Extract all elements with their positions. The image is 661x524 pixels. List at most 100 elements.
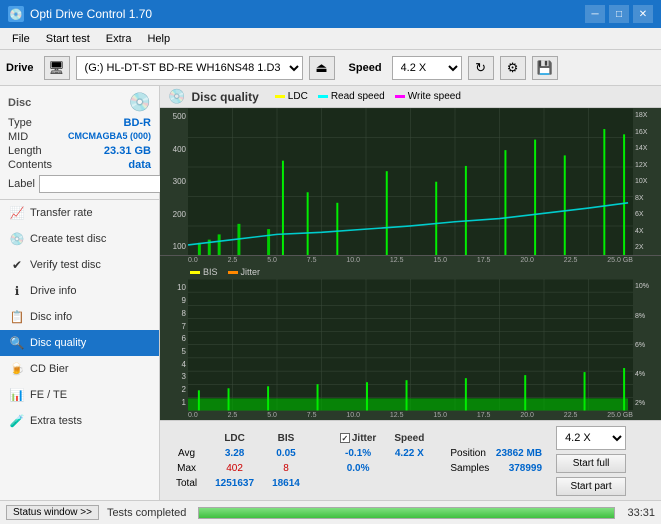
- y-label-6: 6: [162, 334, 186, 343]
- main-area: Disc 💿 Type BD-R MID CMCMAGBA5 (000) Len…: [0, 86, 661, 500]
- window-controls: ─ □ ✕: [585, 5, 653, 23]
- transfer-rate-icon: 📈: [10, 206, 24, 220]
- start-part-button[interactable]: Start part: [556, 477, 626, 496]
- y-right-8pct: 8%: [635, 313, 659, 320]
- lower-chart-x-labels: 0.0 2.5 5.0 7.5 10.0 12.5 15.0 17.5 20.0…: [160, 411, 661, 420]
- legend-read-speed-dot: [318, 95, 328, 98]
- minimize-button[interactable]: ─: [585, 5, 605, 23]
- y-label-8: 8: [162, 309, 186, 318]
- legend-bis: BIS: [190, 267, 218, 277]
- disc-quality-icon: 🔍: [10, 336, 24, 350]
- legend-area: LDC Read speed Write speed: [275, 91, 461, 102]
- y-label-500: 500: [162, 112, 186, 121]
- sidebar-item-fe-te-label: FE / TE: [30, 389, 67, 401]
- drive-info-icon: ℹ: [10, 284, 24, 298]
- sidebar-item-drive-info[interactable]: ℹ Drive info: [0, 278, 159, 304]
- speed-spacer: [386, 462, 432, 475]
- y-right-2x: 2X: [635, 244, 659, 251]
- stats-bar: LDC BIS ✓ Jitter Speed Avg 3.28 0.05: [160, 420, 661, 500]
- extra-tests-icon: 🧪: [10, 414, 24, 428]
- x-label2-22-5: 22.5: [564, 412, 578, 419]
- sidebar-item-disc-info[interactable]: 📋 Disc info: [0, 304, 159, 330]
- sidebar-item-transfer-rate[interactable]: 📈 Transfer rate: [0, 200, 159, 226]
- y-right-6pct: 6%: [635, 342, 659, 349]
- drive-icon-btn[interactable]: 🖥: [44, 56, 70, 80]
- disc-length-field: Length 23.31 GB: [8, 145, 151, 157]
- app-title: Opti Drive Control 1.70: [30, 7, 152, 21]
- col-jitter: ✓ Jitter: [332, 432, 384, 445]
- legend-bis-dot: [190, 271, 200, 274]
- disc-label-input[interactable]: [39, 175, 177, 193]
- y-right-10pct: 10%: [635, 283, 659, 290]
- sidebar-item-disc-quality[interactable]: 🔍 Disc quality: [0, 330, 159, 356]
- status-text: Tests completed: [107, 507, 186, 519]
- drive-select[interactable]: (G:) HL-DT-ST BD-RE WH16NS48 1.D3: [76, 56, 303, 80]
- sidebar-item-disc-info-label: Disc info: [30, 311, 72, 323]
- y-right-18x: 18X: [635, 112, 659, 119]
- x-label2-7-5: 7.5: [307, 412, 317, 419]
- speed-dropdown[interactable]: 4.2 X: [556, 426, 626, 450]
- menu-help[interactable]: Help: [139, 31, 178, 47]
- sidebar-item-create-test-disc-label: Create test disc: [30, 233, 106, 245]
- col-ldc: LDC: [207, 432, 262, 445]
- disc-type-value: BD-R: [124, 117, 152, 129]
- verify-test-disc-icon: ✔: [10, 258, 24, 272]
- app-icon: 💿: [8, 6, 24, 22]
- y-label-10: 10: [162, 283, 186, 292]
- sidebar-item-fe-te[interactable]: 📊 FE / TE: [0, 382, 159, 408]
- sidebar-item-cd-bier-label: CD Bier: [30, 363, 69, 375]
- config-button[interactable]: ⚙: [500, 56, 526, 80]
- sidebar: Disc 💿 Type BD-R MID CMCMAGBA5 (000) Len…: [0, 86, 160, 500]
- menu-file[interactable]: File: [4, 31, 38, 47]
- legend-read-speed: Read speed: [318, 91, 385, 102]
- save-button[interactable]: 💾: [532, 56, 558, 80]
- sidebar-item-cd-bier[interactable]: 🍺 CD Bier: [0, 356, 159, 382]
- y-right-14x: 14X: [635, 145, 659, 152]
- y-label-400: 400: [162, 145, 186, 154]
- jitter-label: Jitter: [352, 433, 376, 444]
- disc-mid-value: CMCMAGBA5 (000): [68, 131, 151, 143]
- jitter-checkbox[interactable]: ✓: [340, 433, 350, 443]
- disc-contents-field: Contents data: [8, 159, 151, 171]
- avg-spacer: [310, 447, 330, 460]
- sidebar-item-verify-test-disc[interactable]: ✔ Verify test disc: [0, 252, 159, 278]
- statusbar: Status window >> Tests completed 33:31: [0, 500, 661, 524]
- disc-mid-field: MID CMCMAGBA5 (000): [8, 131, 151, 143]
- progress-bar: [198, 507, 615, 519]
- position-label: Position: [450, 448, 486, 459]
- eject-button[interactable]: ⏏: [309, 56, 335, 80]
- content-area: 💿 Disc quality LDC Read speed Write spee…: [160, 86, 661, 500]
- lower-chart-svg: [188, 279, 633, 411]
- x-label2-2-5: 2.5: [228, 412, 238, 419]
- drivebar: Drive 🖥 (G:) HL-DT-ST BD-RE WH16NS48 1.D…: [0, 50, 661, 86]
- refresh-button[interactable]: ↻: [468, 56, 494, 80]
- x-label-12-5: 12.5: [390, 257, 404, 264]
- status-window-button[interactable]: Status window >>: [6, 505, 99, 520]
- disc-type-label: Type: [8, 117, 32, 129]
- position-value: 23862 MB: [496, 448, 542, 459]
- disc-icon: 💿: [129, 92, 151, 113]
- maximize-button[interactable]: □: [609, 5, 629, 23]
- fe-te-icon: 📊: [10, 388, 24, 402]
- sidebar-item-extra-tests[interactable]: 🧪 Extra tests: [0, 408, 159, 434]
- sidebar-item-create-test-disc[interactable]: 💿 Create test disc: [0, 226, 159, 252]
- x-label2-12-5: 12.5: [390, 412, 404, 419]
- y-label-300: 300: [162, 177, 186, 186]
- menu-extra[interactable]: Extra: [98, 31, 140, 47]
- x-label-10: 10.0: [346, 257, 360, 264]
- max-spacer: [310, 462, 330, 475]
- legend-jitter: Jitter: [228, 267, 261, 277]
- menu-start-test[interactable]: Start test: [38, 31, 98, 47]
- y-label-200: 200: [162, 210, 186, 219]
- start-full-button[interactable]: Start full: [556, 454, 626, 473]
- upper-chart-svg: [188, 108, 633, 255]
- disc-type-field: Type BD-R: [8, 117, 151, 129]
- stats-table: LDC BIS ✓ Jitter Speed Avg 3.28 0.05: [166, 430, 434, 492]
- y-label-7: 7: [162, 322, 186, 331]
- total-bis: 18614: [264, 477, 308, 490]
- samples-value: 378999: [509, 463, 542, 474]
- x-label-5: 5.0: [267, 257, 277, 264]
- disc-label-label: Label: [8, 178, 35, 190]
- speed-select[interactable]: 4.2 X: [392, 56, 462, 80]
- close-button[interactable]: ✕: [633, 5, 653, 23]
